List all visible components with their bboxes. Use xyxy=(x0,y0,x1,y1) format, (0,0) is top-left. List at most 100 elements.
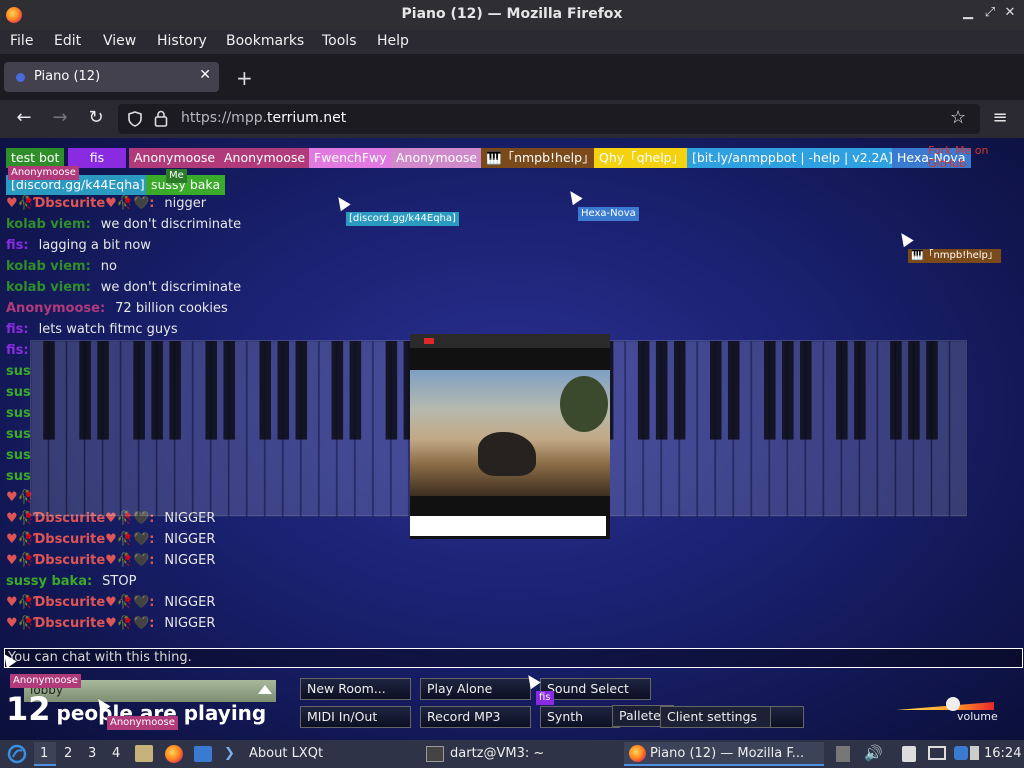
back-icon[interactable]: ← xyxy=(12,107,36,128)
black-key[interactable] xyxy=(277,341,290,440)
black-key[interactable] xyxy=(637,341,650,440)
black-key[interactable] xyxy=(385,341,398,440)
participant-tag[interactable]: [bit.ly/anmppbot | -help | v2.2A] xyxy=(687,148,898,168)
participant-tag[interactable]: Anonymoose xyxy=(129,148,221,168)
tab-piano[interactable]: Piano (12) ✕ xyxy=(4,62,219,92)
black-key[interactable] xyxy=(926,341,938,440)
extra-button[interactable] xyxy=(770,706,804,728)
black-key[interactable] xyxy=(43,341,55,440)
black-key[interactable] xyxy=(133,341,145,440)
black-key[interactable] xyxy=(890,341,902,440)
new-room-button[interactable]: New Room... xyxy=(300,678,411,700)
participant-tag[interactable]: FwenchFwy xyxy=(309,148,392,168)
bookmark-star-icon[interactable]: ☆ xyxy=(950,107,966,128)
chat-message: kolab viem: we don't discriminate xyxy=(6,280,366,301)
chat-text: lagging a bit now xyxy=(38,238,151,253)
black-key[interactable] xyxy=(800,341,812,440)
forward-icon[interactable]: → xyxy=(48,107,72,128)
participant-tag[interactable]: Qhy「qhelp」 xyxy=(594,148,690,168)
black-key[interactable] xyxy=(349,341,362,440)
black-key[interactable] xyxy=(764,341,776,440)
chat-author: fis: xyxy=(6,238,29,253)
screen-icon[interactable] xyxy=(928,746,946,760)
black-key[interactable] xyxy=(295,341,308,440)
about-lxqt-task[interactable]: About LXQt xyxy=(249,746,323,761)
black-key[interactable] xyxy=(169,341,181,440)
black-key[interactable] xyxy=(709,341,722,440)
network-icon[interactable] xyxy=(954,746,968,760)
synth-button[interactable]: Synth xyxy=(540,706,620,728)
record-mp3-button[interactable]: Record MP3 xyxy=(420,706,531,728)
black-key[interactable] xyxy=(727,341,740,440)
sound-select-button[interactable]: Sound Select xyxy=(540,678,651,700)
menu-view[interactable]: View xyxy=(103,33,136,49)
menu-edit[interactable]: Edit xyxy=(54,33,81,49)
workspace-4[interactable]: 4 xyxy=(112,746,120,761)
black-key[interactable] xyxy=(836,341,848,440)
new-tab-icon[interactable]: + xyxy=(236,66,253,90)
firefox-launcher-icon[interactable] xyxy=(165,745,183,763)
firefox-task[interactable]: Piano (12) — Mozilla F... xyxy=(650,746,804,761)
black-key[interactable] xyxy=(97,341,109,440)
menu-bookmarks[interactable]: Bookmarks xyxy=(226,33,304,49)
tray-app-icon[interactable] xyxy=(836,746,850,762)
client-settings-button[interactable]: Client settings xyxy=(660,706,772,728)
participant-tag[interactable]: 🎹「nmpb!help」 xyxy=(481,148,600,168)
menu-tools[interactable]: Tools xyxy=(322,33,357,49)
chat-message: fis: lagging a bit now xyxy=(6,238,366,259)
participant-tag[interactable]: Anonymoose xyxy=(391,148,483,168)
shield-icon[interactable] xyxy=(127,111,143,127)
black-key[interactable] xyxy=(205,341,217,440)
workspace-3[interactable]: 3 xyxy=(88,746,96,761)
restore-icon[interactable]: ⤢ xyxy=(980,5,1000,20)
midi-button[interactable]: MIDI In/Out xyxy=(300,706,411,728)
participant-tag[interactable]: test bot xyxy=(6,148,65,168)
tab-close-icon[interactable]: ✕ xyxy=(199,67,211,83)
battery-icon[interactable] xyxy=(970,746,979,760)
cursor-tag: 🎹「nmpb!help」 xyxy=(908,249,1001,263)
chat-input[interactable]: You can chat with this thing. xyxy=(4,648,1023,668)
black-key[interactable] xyxy=(673,341,686,440)
workspace-2[interactable]: 2 xyxy=(64,746,72,761)
black-key[interactable] xyxy=(331,341,344,440)
chat-message: ♥🥀Ɗbscurite♥🥀🖤: NIGGER xyxy=(6,553,366,574)
reload-icon[interactable]: ↻ xyxy=(84,107,108,128)
terminal-task[interactable]: dartz@VM3: ~ xyxy=(450,746,544,761)
clock[interactable]: 16:24 xyxy=(984,746,1021,761)
desktop-icon[interactable] xyxy=(194,746,212,762)
video-topbar xyxy=(410,334,610,348)
url-bar[interactable]: https://mpp.terrium.net ☆ xyxy=(118,104,980,134)
chat-message: ♥🥀Ɗbscurite♥🥀🖤: NIGGER xyxy=(6,616,366,637)
black-key[interactable] xyxy=(259,341,272,440)
black-key[interactable] xyxy=(79,341,91,440)
menu-history[interactable]: History xyxy=(157,33,207,49)
menu-file[interactable]: File xyxy=(10,33,33,49)
black-key[interactable] xyxy=(655,341,668,440)
file-manager-icon[interactable] xyxy=(135,745,153,762)
workspace-1[interactable]: 1 xyxy=(40,746,48,761)
black-key[interactable] xyxy=(908,341,920,440)
black-key[interactable] xyxy=(854,341,866,440)
lock-icon[interactable] xyxy=(154,110,168,127)
hamburger-menu-icon[interactable]: ≡ xyxy=(988,107,1012,128)
chat-author: sussy baka: xyxy=(6,574,93,589)
tab-bar: Piano (12) ✕ + xyxy=(0,54,1024,100)
close-icon[interactable]: ✕ xyxy=(1000,5,1020,20)
white-key[interactable] xyxy=(949,341,968,517)
lxqt-menu-icon[interactable] xyxy=(7,744,27,764)
video-overlay[interactable] xyxy=(410,334,610,539)
black-key[interactable] xyxy=(782,341,794,440)
clipboard-icon[interactable] xyxy=(902,746,916,762)
participant-tag[interactable]: fis xyxy=(68,148,126,168)
black-key[interactable] xyxy=(151,341,163,440)
volume-knob[interactable] xyxy=(946,697,960,711)
chat-message: kolab viem: we don't discriminate xyxy=(6,217,366,238)
black-key[interactable] xyxy=(223,341,235,440)
minimize-icon[interactable]: ▁ xyxy=(958,5,978,20)
participant-tag[interactable]: Anonymoose xyxy=(219,148,311,168)
volume-tray-icon[interactable]: 🔊 xyxy=(864,744,883,762)
fork-me-link[interactable]: Fork Me on GitHub xyxy=(928,144,1024,170)
menu-help[interactable]: Help xyxy=(377,33,409,49)
chat-author: fis: xyxy=(6,343,29,358)
play-alone-button[interactable]: Play Alone xyxy=(420,678,531,700)
